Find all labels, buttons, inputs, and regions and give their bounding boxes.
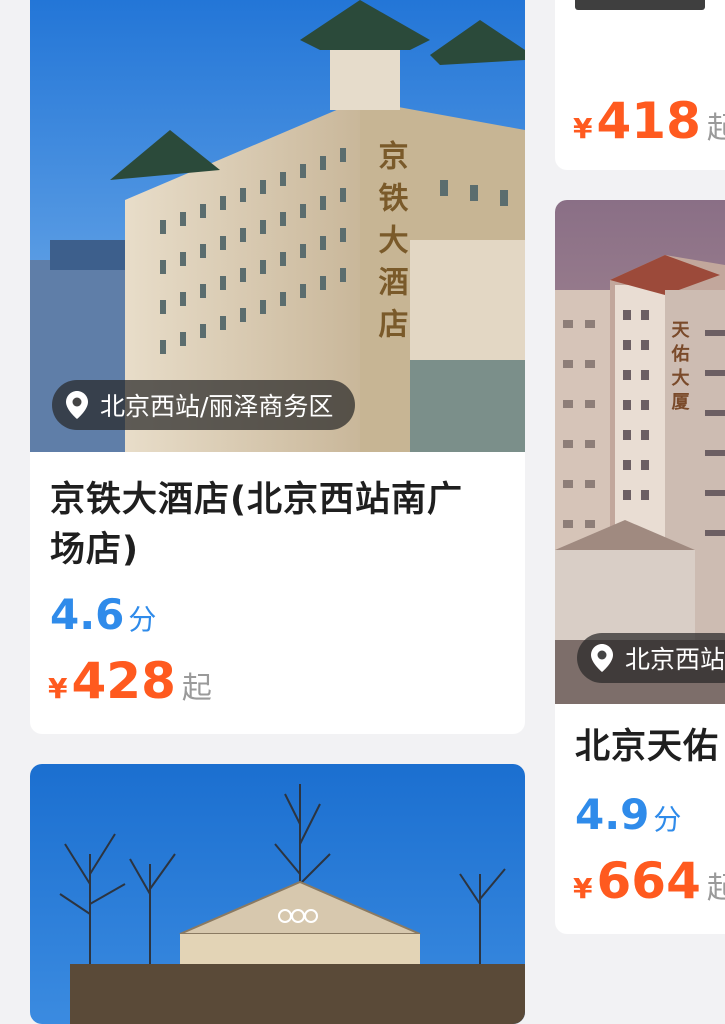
hotel-card-top-right[interactable]: ¥418 起 bbox=[555, 0, 725, 170]
location-pin-icon bbox=[591, 644, 613, 672]
rating-unit: 分 bbox=[653, 803, 682, 836]
price-amount: 428 bbox=[71, 652, 176, 710]
location-label: 北京西站/丽泽商务区 bbox=[100, 392, 334, 421]
price: ¥418 起 bbox=[573, 92, 725, 150]
hotel-name: 北京天佑 bbox=[575, 727, 720, 767]
hotel-card-next[interactable] bbox=[30, 764, 525, 1024]
rating-score: 4.9 bbox=[575, 790, 650, 839]
rating: 4.9 分 bbox=[575, 790, 681, 839]
rating-score: 4.6 bbox=[50, 590, 125, 639]
price-amount: 664 bbox=[596, 852, 701, 910]
hotel-card-tianyou[interactable]: 天佑大厦 北京西站 北京天佑 4.9 分 ¥664 起 bbox=[555, 200, 725, 934]
currency-symbol: ¥ bbox=[573, 112, 593, 145]
price-suffix: 起 bbox=[181, 671, 212, 706]
hotel-photo: 天佑大厦 bbox=[555, 200, 725, 704]
location-tag: 北京西站/丽泽商务区 bbox=[52, 380, 356, 430]
hotel-name: 京铁大酒店(北京西站南广场店) bbox=[50, 480, 463, 570]
hotel-card-jingtie[interactable]: 京铁大酒店 北京西站/丽泽商务区 京铁大酒店(北京西站南广场店) 4.6 分 ¥4… bbox=[30, 0, 525, 734]
currency-symbol: ¥ bbox=[573, 872, 593, 905]
price: ¥428 起 bbox=[48, 652, 212, 710]
price: ¥664 起 bbox=[573, 852, 725, 910]
building-sign-text: 天佑大厦 bbox=[669, 320, 691, 416]
rating-unit: 分 bbox=[128, 603, 157, 636]
hotel-name-partial bbox=[575, 0, 725, 10]
price-suffix: 起 bbox=[706, 111, 725, 146]
currency-symbol: ¥ bbox=[48, 672, 68, 705]
hotel-photo bbox=[30, 764, 525, 1024]
price-suffix: 起 bbox=[706, 871, 725, 906]
building-sign-text: 京铁大酒店 bbox=[373, 139, 409, 350]
price-amount: 418 bbox=[596, 92, 701, 150]
location-label: 北京西站 bbox=[625, 645, 725, 674]
location-pin-icon bbox=[66, 391, 88, 419]
location-tag: 北京西站 bbox=[577, 633, 725, 683]
rating: 4.6 分 bbox=[50, 590, 156, 639]
